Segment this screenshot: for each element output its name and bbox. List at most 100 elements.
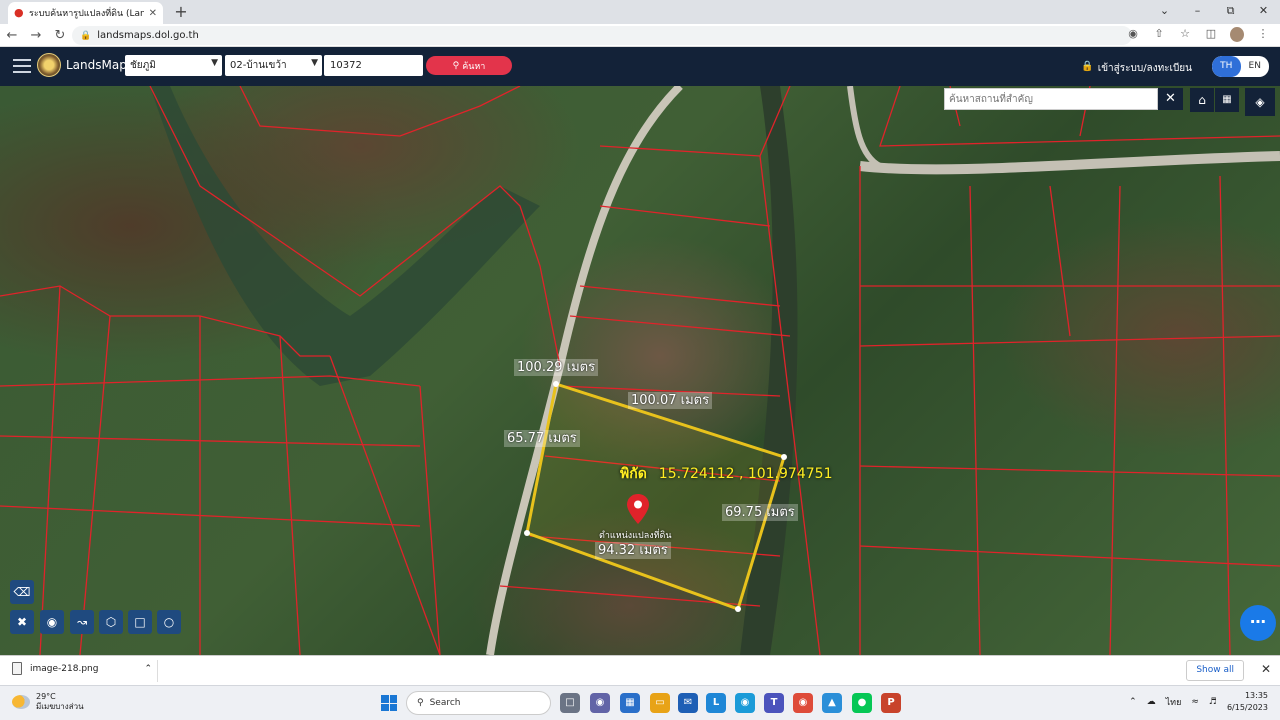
- measurement-label-top: 100.07 เมตร: [628, 392, 713, 409]
- map-canvas[interactable]: 100.29 เมตร 100.07 เมตร 65.77 เมตร 69.75…: [0, 86, 1280, 655]
- close-download-bar-icon[interactable]: ✕: [1261, 662, 1271, 676]
- speaker-icon[interactable]: ♬: [1209, 697, 1217, 707]
- province-value: ชัยภูมิ: [130, 60, 156, 71]
- landmark-search-input[interactable]: [944, 88, 1158, 110]
- vertex-marker[interactable]: [781, 454, 787, 460]
- grid-icon[interactable]: ▦: [1215, 88, 1239, 112]
- vertex-marker[interactable]: [735, 606, 741, 612]
- browser-tab[interactable]: ● ระบบค้นหารูปแปลงที่ดิน (LandsMaps) ✕: [8, 2, 163, 24]
- edge-icon[interactable]: ◉: [735, 693, 755, 713]
- river-area: [150, 86, 540, 386]
- chevron-up-icon[interactable]: ⌃: [144, 664, 152, 674]
- tray-chevron-icon[interactable]: ⌃: [1129, 697, 1137, 707]
- share-icon[interactable]: ⇧: [1152, 27, 1166, 42]
- vertex-marker[interactable]: [524, 530, 530, 536]
- site-permission-icon[interactable]: ◉: [1126, 27, 1140, 42]
- wifi-icon[interactable]: ≈: [1191, 697, 1199, 707]
- system-tray: ⌃ ☁ ไทย ≈ ♬ 13:35 6/15/2023: [1129, 690, 1268, 714]
- address-bar[interactable]: 🔒 landsmaps.dol.go.th: [72, 26, 1132, 45]
- chrome-icon[interactable]: ◉: [793, 693, 813, 713]
- login-label: เข้าสู่ระบบ/ลงทะเบียน: [1097, 63, 1192, 74]
- weather-condition: มีเมฆบางส่วน: [36, 702, 84, 711]
- browser-tab-strip: ● ระบบค้นหารูปแปลงที่ดิน (LandsMaps) ✕ +…: [0, 0, 1280, 24]
- weather-text: 29°C มีเมฆบางส่วน: [36, 692, 84, 712]
- lang-en-button[interactable]: EN: [1241, 56, 1270, 77]
- weather-widget[interactable]: 29°C มีเมฆบางส่วน: [12, 692, 84, 712]
- input-language[interactable]: ไทย: [1166, 695, 1182, 709]
- measurement-label-left: 65.77 เมตร: [504, 430, 580, 447]
- powerpoint-icon[interactable]: P: [881, 693, 901, 713]
- browser-menu-icon[interactable]: ⋮: [1256, 27, 1270, 42]
- north-road: [847, 86, 882, 169]
- search-icon: ⚲: [452, 60, 460, 71]
- task-view-icon[interactable]: □: [560, 693, 580, 713]
- province-select[interactable]: ชัยภูมิ ▼: [125, 55, 222, 76]
- polygon-icon[interactable]: ⬡: [99, 610, 123, 634]
- more-options-button[interactable]: ⋯: [1240, 605, 1276, 641]
- circle-icon[interactable]: ○: [157, 610, 181, 634]
- district-select[interactable]: 02-บ้านเขว้า ▼: [225, 55, 322, 76]
- lock-icon: 🔒: [80, 30, 92, 41]
- clock-date: 6/15/2023: [1226, 703, 1268, 712]
- parcel-number-input[interactable]: [324, 55, 423, 76]
- selected-parcel-outline[interactable]: [525, 382, 786, 611]
- profile-avatar[interactable]: [1230, 27, 1244, 42]
- lock-icon: 🔒: [1081, 61, 1094, 72]
- clear-search-button[interactable]: ✕: [1158, 88, 1183, 110]
- ruler-tools-icon[interactable]: ✖: [10, 610, 34, 634]
- teams-chat-icon[interactable]: ◉: [590, 693, 610, 713]
- home-icon[interactable]: ⌂: [1190, 88, 1214, 112]
- store-icon[interactable]: ▦: [620, 693, 640, 713]
- browser-toolbar: ← → ↻ 🔒 landsmaps.dol.go.th ◉ ⇧ ☆ ◫ ⋮: [0, 24, 1280, 47]
- measurement-label-corner: 100.29 เมตร: [514, 359, 599, 376]
- location-pin-icon[interactable]: [627, 494, 649, 524]
- app-l-icon[interactable]: L: [706, 693, 726, 713]
- new-tab-button[interactable]: +: [172, 2, 190, 21]
- reload-icon[interactable]: ↻: [48, 28, 72, 43]
- maximize-icon[interactable]: ⧉: [1214, 0, 1247, 24]
- measurement-label-right: 69.75 เมตร: [722, 504, 798, 521]
- tab-search-icon[interactable]: ⌄: [1148, 0, 1181, 24]
- forward-icon[interactable]: →: [24, 28, 48, 43]
- hamburger-menu-icon[interactable]: [13, 59, 31, 73]
- district-value: 02-บ้านเขว้า: [230, 60, 287, 71]
- vertex-marker[interactable]: [553, 381, 559, 387]
- map-pin-favicon-icon: ●: [14, 6, 24, 19]
- minimize-icon[interactable]: –: [1181, 0, 1214, 24]
- marker-icon[interactable]: ◉: [40, 610, 64, 634]
- side-panel-icon[interactable]: ◫: [1204, 27, 1218, 42]
- dol-logo: [37, 53, 61, 77]
- map-layer: [0, 86, 1280, 655]
- back-icon[interactable]: ←: [0, 28, 24, 43]
- onedrive-icon[interactable]: ☁: [1147, 697, 1156, 707]
- rectangle-icon[interactable]: □: [128, 610, 152, 634]
- line-app-icon[interactable]: ●: [852, 693, 872, 713]
- temperature: 29°C: [36, 692, 56, 701]
- chevron-down-icon: ▼: [311, 58, 318, 68]
- photos-icon[interactable]: ▲: [822, 693, 842, 713]
- bookmark-star-icon[interactable]: ☆: [1178, 27, 1192, 42]
- search-button-label: ค้นหา: [462, 61, 486, 72]
- layers-icon[interactable]: ◈: [1245, 88, 1275, 116]
- partly-cloudy-icon: [12, 695, 30, 709]
- teams-icon[interactable]: T: [764, 693, 784, 713]
- lang-th-button[interactable]: TH: [1212, 56, 1241, 77]
- close-tab-icon[interactable]: ✕: [149, 8, 157, 19]
- file-explorer-icon[interactable]: ▭: [650, 693, 670, 713]
- close-window-icon[interactable]: ✕: [1247, 0, 1280, 24]
- download-item[interactable]: image-218.png ⌃: [12, 662, 152, 675]
- east-road: [859, 151, 1280, 175]
- windows-start-icon[interactable]: [381, 695, 397, 711]
- taskbar-search[interactable]: ⚲ Search: [406, 691, 551, 715]
- polyline-icon[interactable]: ↝: [70, 610, 94, 634]
- search-button[interactable]: ⚲ ค้นหา: [426, 56, 512, 75]
- measurement-label-bottom: 94.32 เมตร: [595, 542, 671, 559]
- url-text: landsmaps.dol.go.th: [97, 30, 199, 41]
- mail-icon[interactable]: ✉: [678, 693, 698, 713]
- coordinate-readout: พิกัด 15.724112 , 101.974751: [620, 463, 832, 485]
- clock[interactable]: 13:35 6/15/2023: [1227, 690, 1268, 714]
- login-link[interactable]: 🔒 เข้าสู่ระบบ/ลงทะเบียน: [1081, 61, 1192, 76]
- download-bar: image-218.png ⌃ Show all ✕: [0, 655, 1280, 685]
- eraser-icon[interactable]: ⌫: [10, 580, 34, 604]
- show-all-button[interactable]: Show all: [1186, 660, 1244, 681]
